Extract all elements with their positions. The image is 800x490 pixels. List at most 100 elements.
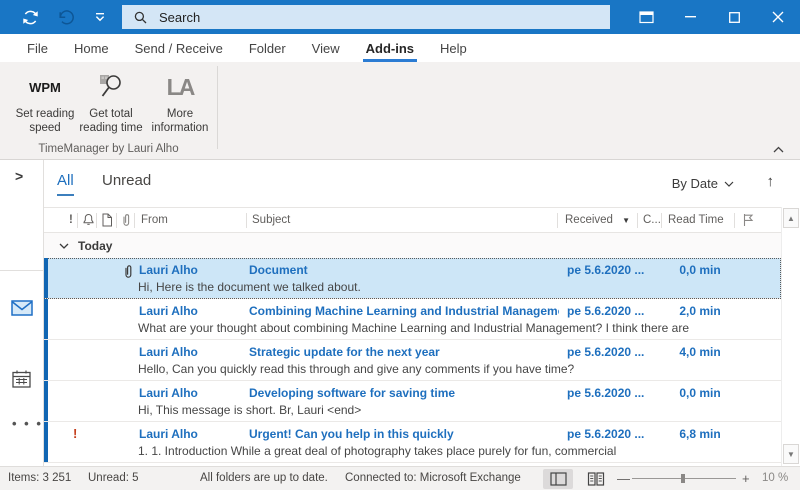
message-list-pane: All Unread By Date ↑ ! — [44, 160, 800, 466]
view-tab-all[interactable]: All — [57, 172, 74, 196]
desktop-window-icon[interactable] — [624, 0, 668, 34]
message-row[interactable]: ! Lauri Alho Document pe 5.6.2020 ... 0,… — [44, 258, 781, 299]
item-type-column-icon[interactable] — [101, 213, 113, 227]
tab-send-receive[interactable]: Send / Receive — [122, 34, 236, 62]
connection-status: Connected to: Microsoft Exchange — [345, 472, 521, 484]
unread-count: Unread: 5 — [88, 472, 139, 484]
sort-by-dropdown[interactable]: By Date — [672, 176, 734, 191]
message-row[interactable]: ! Lauri Alho Developing software for sav… — [44, 381, 781, 422]
message-received: pe 5.6.2020 ... — [567, 386, 644, 400]
zoom-in-icon[interactable]: + — [742, 471, 750, 486]
expand-folder-pane-icon[interactable]: > — [15, 168, 23, 184]
message-received: pe 5.6.2020 ... — [567, 304, 644, 318]
send-receive-sync-icon[interactable] — [18, 5, 42, 29]
message-from: Lauri Alho — [139, 304, 198, 318]
attachment-column-icon[interactable] — [120, 213, 132, 227]
message-read-time: 4,0 min — [662, 345, 738, 359]
reading-view-button[interactable] — [581, 469, 611, 489]
folders-status: All folders are up to date. — [200, 472, 328, 484]
outlook-window: Search File H — [0, 0, 800, 490]
message-read-time: 0,0 min — [662, 386, 738, 400]
collapse-ribbon-icon[interactable] — [773, 146, 784, 153]
ribbon: WPM Set reading speed — [0, 62, 800, 160]
customize-quick-access-icon[interactable] — [88, 5, 112, 29]
navigation-strip: > • • • — [0, 160, 44, 466]
message-read-time: 2,0 min — [662, 304, 738, 318]
ribbon-group-label: TimeManager by Lauri Alho — [0, 143, 217, 155]
filter-bar: All Unread By Date ↑ — [44, 160, 800, 207]
tab-file[interactable]: File — [14, 34, 61, 62]
la-logo-icon: LA — [167, 70, 194, 104]
undo-icon[interactable] — [54, 5, 78, 29]
items-count: Items: 3 251 — [8, 472, 71, 484]
tab-folder[interactable]: Folder — [236, 34, 299, 62]
chevron-down-icon — [59, 243, 69, 249]
from-column-header[interactable]: From — [141, 214, 168, 226]
tab-help[interactable]: Help — [427, 34, 480, 62]
message-from: Lauri Alho — [139, 345, 198, 359]
message-read-time: 0,0 min — [662, 263, 738, 277]
minimize-button[interactable] — [668, 0, 712, 34]
more-information-button[interactable]: LA More information — [144, 70, 216, 135]
vertical-scrollbar[interactable]: ▲ ▼ — [781, 207, 800, 466]
search-placeholder: Search — [159, 10, 200, 25]
unread-indicator — [44, 381, 48, 421]
message-row[interactable]: ! Lauri Alho Strategic update for the ne… — [44, 340, 781, 381]
tab-add-ins[interactable]: Add-ins — [353, 34, 427, 62]
unread-indicator — [44, 258, 48, 298]
view-tab-unread[interactable]: Unread — [102, 172, 151, 189]
sort-descending-icon: ▼ — [622, 216, 630, 225]
importance-icon: ! — [73, 426, 77, 441]
timemanager-group: WPM Set reading speed — [0, 62, 217, 159]
categories-column-header[interactable]: C... — [643, 214, 661, 226]
zoom-out-icon[interactable]: — — [617, 471, 630, 486]
message-preview: What are your thought about combining Ma… — [138, 321, 767, 335]
unread-indicator — [44, 340, 48, 380]
title-bar: Search — [0, 0, 800, 34]
scroll-up-icon[interactable]: ▲ — [783, 208, 799, 228]
group-header-today[interactable]: Today — [44, 233, 781, 258]
message-received: pe 5.6.2020 ... — [567, 263, 644, 277]
message-received: pe 5.6.2020 ... — [567, 345, 644, 359]
column-headers: ! — [44, 207, 800, 233]
flag-column-icon[interactable] — [742, 213, 754, 227]
message-from: Lauri Alho — [139, 427, 198, 441]
message-row[interactable]: ! Lauri Alho Combining Machine Learning … — [44, 299, 781, 340]
zoom-level[interactable]: 10 % — [762, 472, 788, 484]
ribbon-tab-bar: File Home Send / Receive Folder View Add… — [0, 34, 800, 62]
set-reading-speed-button[interactable]: WPM Set reading speed — [12, 70, 78, 135]
message-from: Lauri Alho — [139, 386, 198, 400]
search-input[interactable]: Search — [122, 5, 610, 29]
sort-direction-icon[interactable]: ↑ — [767, 173, 775, 190]
tab-home[interactable]: Home — [61, 34, 122, 62]
main-area: > • • • — [0, 160, 800, 466]
message-read-time: 6,8 min — [662, 427, 738, 441]
scroll-down-icon[interactable]: ▼ — [783, 444, 799, 464]
normal-view-button[interactable] — [543, 469, 573, 489]
read-time-column-header[interactable]: Read Time — [668, 214, 724, 226]
get-total-reading-time-button[interactable]: Get total reading time — [78, 70, 144, 135]
subject-column-header[interactable]: Subject — [252, 214, 290, 226]
unread-indicator — [44, 299, 48, 339]
calendar-nav-icon[interactable] — [12, 370, 31, 388]
mail-nav-icon[interactable] — [11, 300, 33, 316]
wpm-text-icon: WPM — [29, 70, 61, 104]
message-subject: Combining Machine Learning and Industria… — [249, 304, 559, 318]
message-rows: Today ! Lauri Alho Document pe 5.6.2020 … — [44, 233, 781, 466]
message-preview: Hi, This message is short. Br, Lauri <en… — [138, 403, 767, 417]
maximize-button[interactable] — [712, 0, 756, 34]
message-received: pe 5.6.2020 ... — [567, 427, 644, 441]
group-divider — [217, 66, 218, 149]
more-apps-icon[interactable]: • • • — [12, 416, 43, 431]
zoom-slider-thumb[interactable] — [681, 474, 685, 483]
importance-column-icon[interactable]: ! — [69, 214, 73, 226]
window-controls — [624, 0, 800, 34]
received-column-header[interactable]: Received ▼ — [565, 214, 630, 226]
reminder-column-icon[interactable] — [82, 213, 95, 226]
message-row[interactable]: ! Lauri Alho Urgent! Can you help in thi… — [44, 422, 781, 463]
nav-divider — [0, 270, 43, 271]
close-button[interactable] — [756, 0, 800, 34]
magnifier-icon — [96, 70, 126, 104]
chevron-down-icon — [724, 181, 734, 187]
tab-view[interactable]: View — [299, 34, 353, 62]
